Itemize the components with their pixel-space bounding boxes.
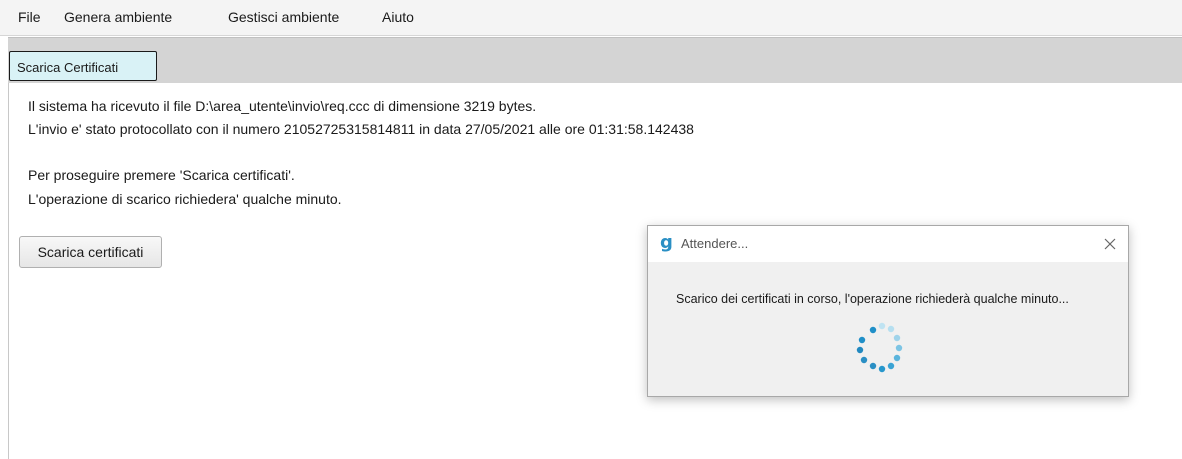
received-file-text: Il sistema ha ricevuto il file D:\area_u… (28, 98, 537, 114)
menu-genera-ambiente[interactable]: Genera ambiente (64, 9, 172, 25)
scarica-certificati-button[interactable]: Scarica certificati (19, 236, 162, 268)
close-icon[interactable] (1100, 234, 1120, 254)
wait-notice-text: L'operazione di scarico richiedera' qual… (28, 191, 342, 207)
protocol-text: L'invio e' stato protocollato con il num… (28, 121, 694, 137)
menu-bar: File Genera ambiente Gestisci ambiente A… (0, 0, 1182, 36)
menu-file[interactable]: File (18, 9, 41, 25)
loading-spinner-icon (856, 322, 903, 373)
tab-strip (8, 37, 1182, 83)
app-logo-icon: g (660, 232, 673, 253)
tab-scarica-certificati[interactable]: Scarica Certificati (9, 51, 157, 81)
menu-gestisci-ambiente[interactable]: Gestisci ambiente (228, 9, 339, 25)
dialog-title-bar: g Attendere... (648, 226, 1128, 262)
dialog-title: Attendere... (681, 236, 749, 251)
dialog-message: Scarico dei certificati in corso, l'oper… (676, 292, 1069, 306)
wait-dialog: g Attendere... Scarico dei certificati i… (647, 225, 1129, 397)
menu-aiuto[interactable]: Aiuto (382, 9, 414, 25)
instruction-text: Per proseguire premere 'Scarica certific… (28, 167, 295, 183)
